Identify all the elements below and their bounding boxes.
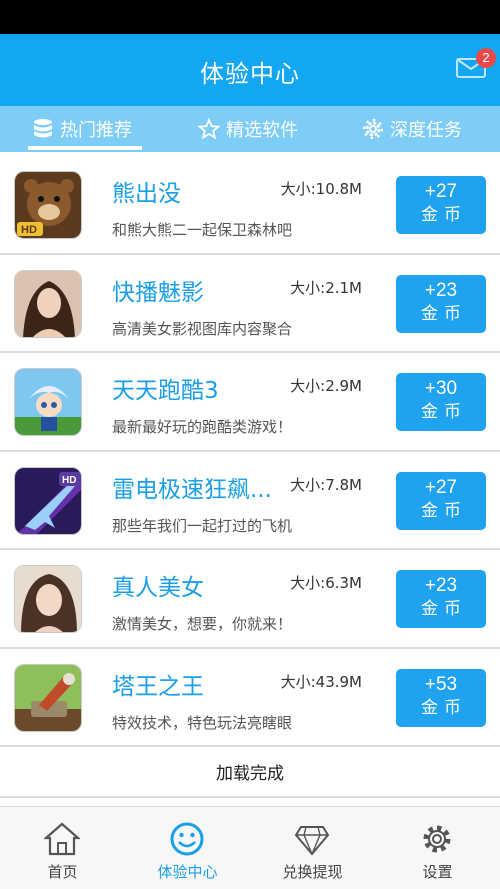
diamond-icon [294, 826, 330, 856]
coin-amount: +23 [424, 575, 458, 596]
earn-coins-button[interactable]: +27 金币 [396, 176, 486, 234]
earn-coins-button[interactable]: +27 金币 [396, 471, 486, 530]
coin-amount: +23 [424, 279, 458, 301]
nav-label: 兑换提现 [282, 863, 343, 881]
coin-unit: 金币 [421, 599, 467, 619]
coin-amount: +27 [424, 476, 458, 498]
title-bar: 体验中心 2 [0, 34, 500, 106]
app-name: 天天跑酷3 [112, 378, 219, 404]
nav-experience-center[interactable]: 体验中心 [125, 807, 250, 889]
list-item[interactable]: HD 熊出没 大小:10.8M 和熊大熊二一起保卫森林吧 +27 金币 [0, 156, 500, 255]
nav-label: 首页 [47, 863, 78, 881]
home-icon [44, 822, 80, 856]
nav-label: 体验中心 [157, 863, 218, 881]
tab-label: 深度任务 [390, 120, 462, 141]
app-size: 大小:10.8M [280, 180, 362, 198]
page-title: 体验中心 [200, 60, 300, 88]
nav-home[interactable]: 首页 [0, 807, 125, 889]
earn-coins-button[interactable]: +23 金币 [396, 274, 486, 333]
gear-icon [362, 118, 384, 140]
app-list: HD 熊出没 大小:10.8M 和熊大熊二一起保卫森林吧 +27 金币 快播魅影… [0, 156, 500, 747]
earn-coins-button[interactable]: +30 金币 [396, 373, 486, 431]
app-description: 和熊大熊二一起保卫森林吧 [112, 221, 293, 239]
star-icon [198, 118, 220, 140]
nav-redeem[interactable]: 兑换提现 [250, 807, 375, 889]
earn-coins-button[interactable]: +53 金币 [396, 668, 486, 727]
app-size: 大小:7.8M [290, 475, 362, 494]
coin-unit: 金币 [421, 500, 467, 521]
mail-badge: 2 [476, 48, 496, 68]
nav-label: 设置 [422, 863, 453, 881]
app-description: 特效技术，特色玩法亮瞎眼 [112, 713, 293, 732]
settings-gear-icon [423, 825, 451, 853]
tab-label: 精选软件 [226, 120, 298, 141]
smiley-icon [170, 822, 204, 856]
app-description: 最新最好玩的跑酷类游戏！ [112, 418, 293, 436]
tab-label: 热门推荐 [60, 120, 132, 141]
portrait-app-icon [14, 565, 82, 633]
app-name: 熊出没 [112, 181, 181, 207]
coin-amount: +27 [424, 181, 458, 202]
coin-unit: 金币 [421, 303, 467, 324]
active-tab-indicator [28, 146, 142, 150]
list-item[interactable]: 天天跑酷3 大小:2.9M 最新最好玩的跑酷类游戏！ +30 金币 [0, 353, 500, 452]
coin-unit: 金币 [421, 402, 467, 422]
tower-game-icon [14, 663, 82, 732]
list-item[interactable]: 真人美女 大小:6.3M 激情美女，想要，你就来！ +23 金币 [0, 550, 500, 649]
app-size: 大小:6.3M [290, 574, 362, 592]
list-item[interactable]: HD 雷电极速狂飙... 大小:7.8M 那些年我们一起打过的飞机 +27 金币 [0, 452, 500, 550]
app-description: 那些年我们一起打过的飞机 [112, 516, 293, 535]
app-size: 大小:2.1M [290, 278, 362, 297]
app-name: 快播魅影 [112, 279, 204, 306]
app-name: 雷电极速狂飙... [112, 476, 272, 503]
coin-amount: +30 [424, 378, 458, 399]
earn-coins-button[interactable]: +23 金币 [396, 570, 486, 628]
database-icon [34, 119, 52, 138]
svg-text:HD: HD [21, 224, 37, 236]
list-item[interactable]: 塔王之王 大小:43.9M 特效技术，特色玩法亮瞎眼 +53 金币 [0, 649, 500, 747]
bottom-nav: 首页 体验中心 兑换提现 设置 [0, 806, 500, 889]
app-size: 大小:43.9M [280, 672, 362, 691]
app-description: 高清美女影视图库内容聚合 [112, 319, 293, 338]
tab-featured[interactable]: 精选软件 [198, 106, 298, 152]
coin-unit: 金币 [421, 697, 467, 718]
app-size: 大小:2.9M [290, 377, 362, 395]
list-item[interactable]: 快播魅影 大小:2.1M 高清美女影视图库内容聚合 +23 金币 [0, 255, 500, 353]
nav-settings[interactable]: 设置 [375, 807, 500, 889]
tab-deep-task[interactable]: 深度任务 [362, 106, 462, 152]
app-description: 激情美女，想要，你就来！ [112, 615, 293, 633]
load-complete-text: 加载完成 [0, 750, 500, 798]
coin-unit: 金币 [421, 205, 467, 225]
bear-game-icon: HD [14, 171, 82, 239]
svg-text:HD: HD [62, 475, 76, 486]
status-bar [0, 0, 500, 34]
runner-game-icon [14, 368, 82, 436]
photo-app-icon [14, 269, 82, 338]
app-name: 塔王之王 [112, 673, 204, 700]
coin-amount: +53 [424, 673, 458, 695]
jet-game-icon: HD [14, 466, 82, 535]
app-name: 真人美女 [112, 575, 204, 601]
tab-bar: 热门推荐 精选软件 深度任务 [0, 106, 500, 152]
